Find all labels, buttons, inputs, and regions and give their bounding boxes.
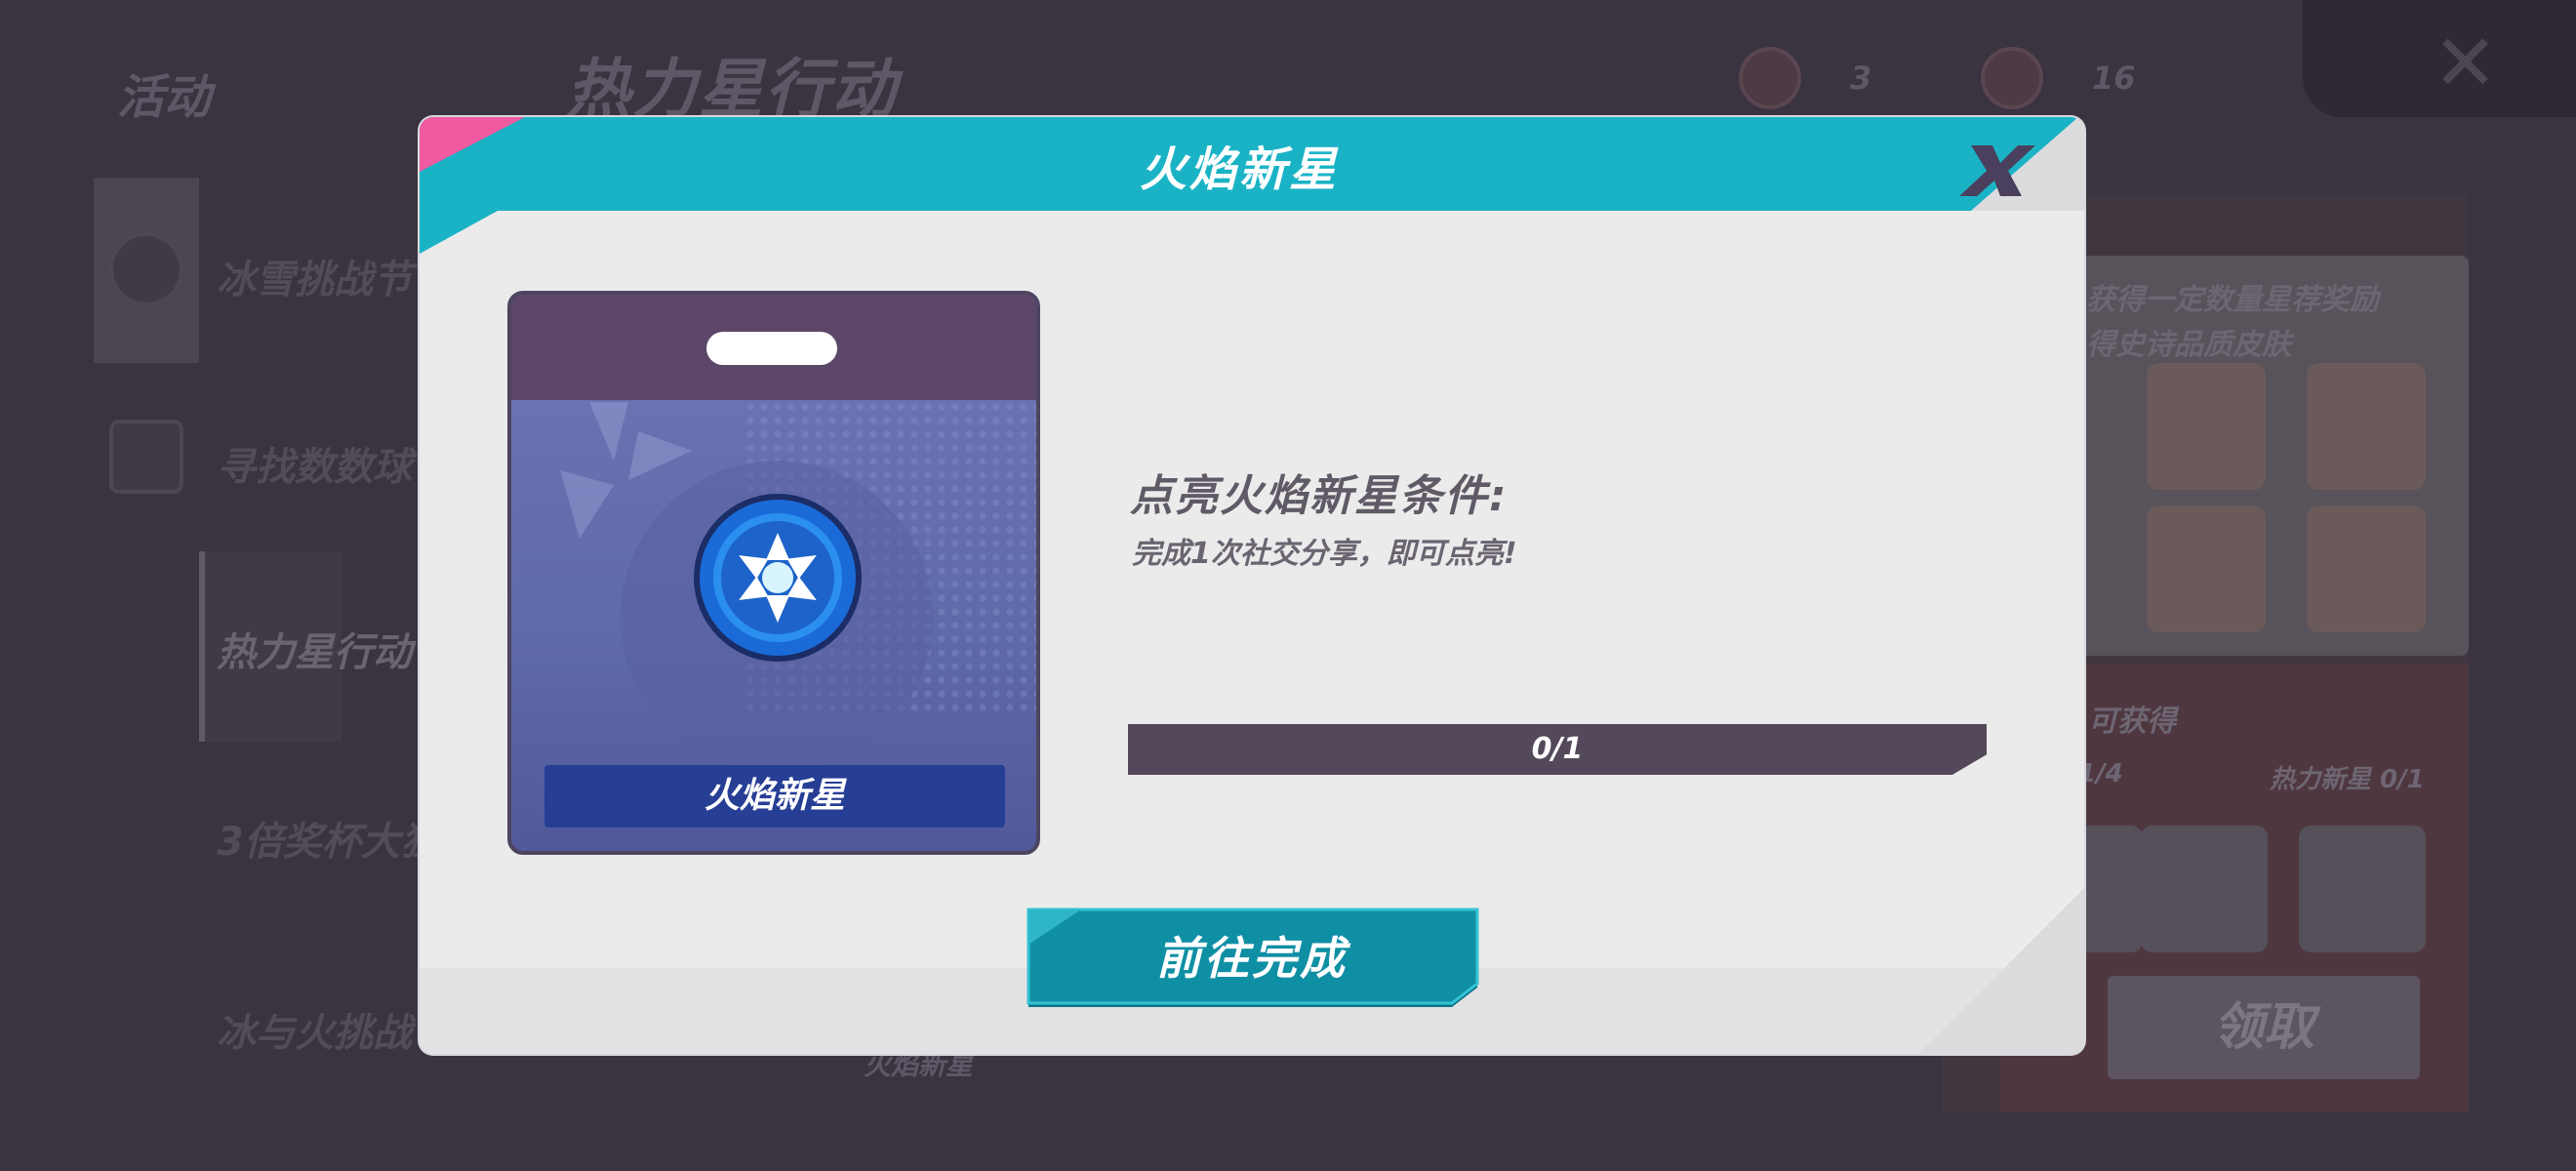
close-icon xyxy=(1959,145,2035,196)
snowflake-medal-icon xyxy=(694,494,862,662)
condition-description: 完成1次社交分享，即可点亮! xyxy=(1132,537,1517,571)
reward-item xyxy=(2299,826,2426,952)
close-button[interactable] xyxy=(1957,139,2037,203)
gift-icon xyxy=(109,420,183,494)
progress-b: 热力新星 0/1 xyxy=(2270,765,2425,794)
go-complete-label: 前往完成 xyxy=(1156,932,1348,985)
condition-title: 点亮火焰新星条件: xyxy=(1130,471,1509,521)
reward-item xyxy=(2141,826,2268,952)
badge-name: 火焰新星 xyxy=(544,765,1005,828)
card-slot xyxy=(706,332,837,365)
flame-icon xyxy=(109,232,183,306)
sidebar-title: 活动 xyxy=(117,70,212,125)
progress-text: 0/1 xyxy=(1531,732,1584,766)
avatar xyxy=(2307,363,2426,490)
close-icon: ✕ xyxy=(2432,18,2498,108)
snowflake-decor-icon xyxy=(560,402,692,539)
progress-a: 1/4 xyxy=(2078,759,2123,788)
badge-card: 火焰新星 xyxy=(507,291,1040,855)
resource-counter-1: 3 xyxy=(1739,47,1872,109)
dialog-title: 火焰新星 xyxy=(1139,142,1339,197)
sidebar-item-ice-fire[interactable]: 冰与火挑战 xyxy=(217,1001,412,1058)
claim-button[interactable]: 领取 xyxy=(2108,976,2420,1079)
reward-text-2: 得史诗品质皮肤 xyxy=(2086,328,2291,362)
sidebar-item-find-ball[interactable]: 寻找数数球 xyxy=(217,435,412,492)
progress-bar: 0/1 xyxy=(1128,724,1987,775)
avatar xyxy=(2147,363,2266,490)
sidebar-item-triple-trophy[interactable]: 3倍奖杯大狂 xyxy=(217,810,439,867)
star-badge-icon xyxy=(1739,47,1801,109)
avatar xyxy=(2147,505,2266,632)
go-complete-button[interactable]: 前往完成 xyxy=(1023,906,1481,1011)
background-close-button[interactable]: ✕ xyxy=(2303,0,2576,117)
sidebar-selected-indicator xyxy=(199,551,205,742)
obtainable-label: 可获得 xyxy=(2088,705,2176,739)
sidebar-item-heat-star[interactable]: 热力星行动 xyxy=(217,621,412,677)
star-detail-dialog: 火焰新星 火焰新星 点亮火焰新星条件: 完成1次社交分享，即可点亮! 0/1 前… xyxy=(420,117,2084,1054)
avatar xyxy=(2307,505,2426,632)
reward-text-1: 获得一定数量星荐奖励 xyxy=(2086,283,2379,317)
heat-star-icon xyxy=(1981,47,2043,109)
resource-counter-2: 16 xyxy=(1981,47,2136,109)
sidebar-item-ice-festival[interactable]: 冰雪挑战节 xyxy=(217,248,412,304)
dialog-header: 火焰新星 xyxy=(420,117,2084,254)
